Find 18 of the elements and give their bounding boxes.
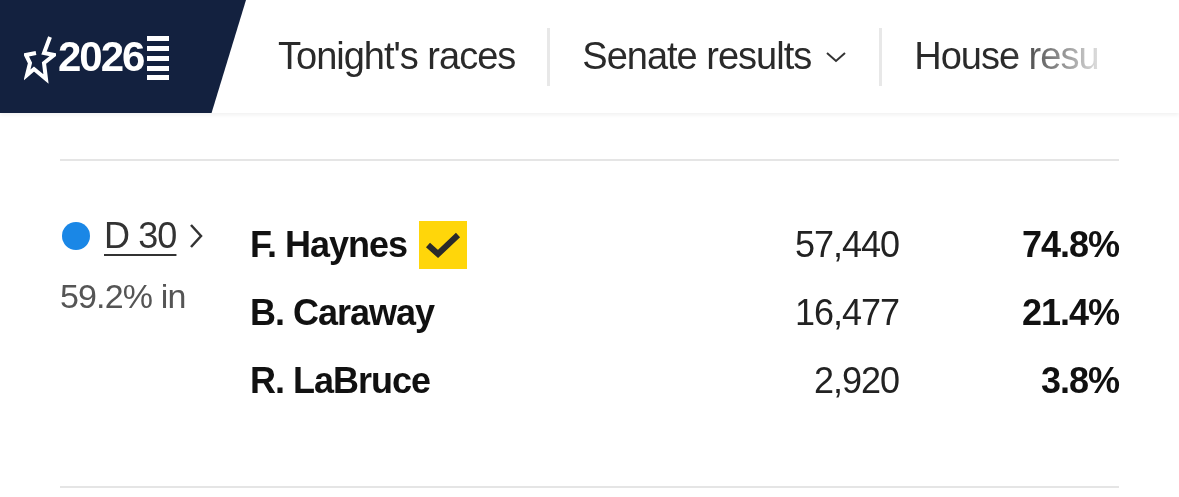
candidate-name: B. Caraway (250, 291, 435, 335)
nav-link[interactable]: Senate results (550, 28, 880, 85)
logo-text: 2026 (58, 35, 144, 78)
vote-count: 2,920 (813, 359, 899, 403)
logo-banner[interactable]: 2026 (0, 0, 246, 113)
vote-count: 16,477 (794, 291, 899, 335)
district-link[interactable]: D 30 (104, 209, 177, 263)
vote-percent: 74.8% (1020, 223, 1119, 267)
reporting-text: 59.2% in (60, 276, 187, 317)
vote-percent: 3.8% (1039, 359, 1119, 403)
vote-percent: 21.4% (1020, 291, 1119, 335)
stripes-icon (147, 33, 170, 80)
chevron-down-icon (825, 50, 848, 63)
nav-link[interactable]: Tonight's races (246, 28, 548, 85)
candidate-name: F. Haynes (250, 223, 408, 267)
candidate-name: R. LaBruce (250, 359, 431, 403)
vote-count: 57,440 (794, 223, 899, 267)
chevron-right-icon (188, 222, 205, 250)
